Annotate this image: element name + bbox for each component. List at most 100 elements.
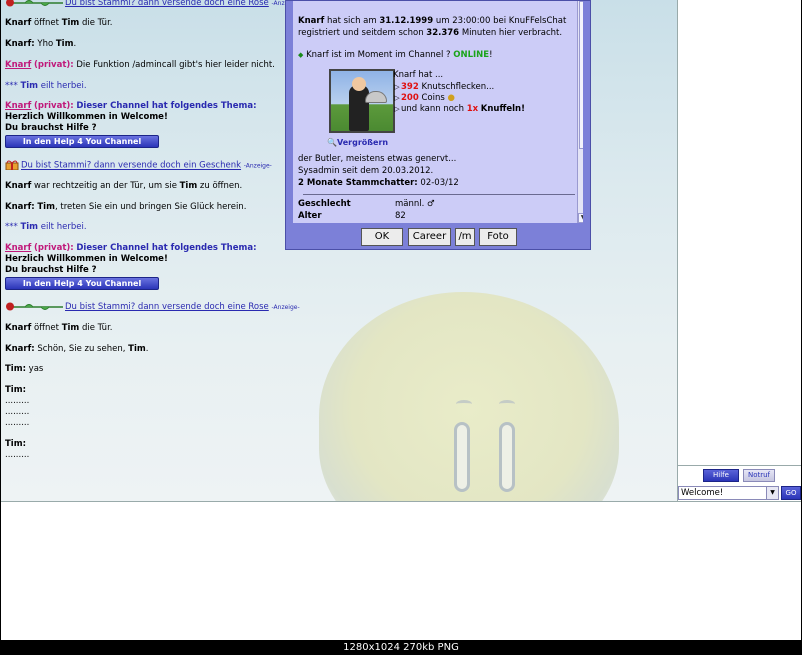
arrow-icon: ▷ — [394, 83, 400, 91]
image-caption: 1280x1024 270kb PNG — [343, 642, 459, 653]
system-stars: *** — [5, 81, 18, 91]
ad-label: -Anzeige- — [271, 304, 300, 311]
nick[interactable]: Tim: — [5, 439, 26, 449]
nick-private[interactable]: Knarf — [5, 243, 31, 253]
ad-label: -Anzeige- — [243, 162, 272, 170]
msg-text: . — [73, 39, 77, 49]
rose-icon — [6, 302, 63, 311]
online-text: Knarf ist im Moment im Channel ? — [306, 50, 451, 60]
knuffel-label[interactable]: Knuffeln! — [481, 104, 525, 114]
input-area[interactable] — [1, 501, 801, 640]
mascot-eye-left — [454, 422, 470, 492]
msg-text: Schön, Sie zu sehen, — [37, 344, 126, 354]
hilfe-button[interactable]: Hilfe — [703, 469, 739, 482]
dots-line: ......... — [5, 450, 30, 460]
mascot-brow-right — [499, 400, 515, 408]
chat-line: Knarf: Yho Tim. — [5, 39, 76, 49]
status-dot-icon: ◆ — [298, 51, 304, 59]
dots-line: ......... — [5, 396, 30, 406]
profile-desc: der Butler, meistens etwas genervt... — [298, 154, 457, 164]
chat-line: Knarf (privat): Die Funktion /admincall … — [5, 60, 275, 70]
minutes-value: 32.376 — [426, 28, 460, 38]
chat-line: Knarf: Tim, treten Sie ein und bringen S… — [5, 202, 246, 212]
nick-private[interactable]: Knarf — [5, 60, 31, 70]
intro-text: um 23:00:00 bei KnuFFelsChat — [435, 16, 567, 26]
nick[interactable]: Tim — [128, 344, 146, 354]
nick[interactable]: Knarf: — [5, 344, 35, 354]
profile-scrollbar[interactable]: ▼ — [577, 1, 583, 223]
profile-desc: Sysadmin seit dem 20.03.2012. — [298, 166, 434, 176]
nick[interactable]: Tim — [180, 181, 198, 191]
profile-desc: 2 Monate Stammchatter: 02-03/12 — [298, 178, 459, 188]
nick[interactable]: Knarf: — [5, 202, 35, 212]
msg-text: yas — [28, 364, 44, 374]
nick[interactable]: Knarf — [5, 181, 31, 191]
nick[interactable]: Knarf: — [5, 39, 35, 49]
dots-line: ......... — [5, 407, 30, 417]
stammchatter-label: 2 Monate Stammchatter: — [298, 178, 418, 188]
system-stars: *** — [5, 222, 18, 232]
screenshot-frame: Du bist Stammi? dann versende doch eine … — [0, 0, 802, 655]
rose-link[interactable]: Du bist Stammi? dann versende doch eine … — [65, 302, 269, 312]
chat-line: Du bist Stammi? dann versende doch ein G… — [5, 160, 272, 171]
arrow-icon: ▷ — [394, 94, 400, 102]
nick[interactable]: Knarf — [5, 323, 31, 333]
msg-text: öffnet — [33, 323, 59, 333]
channel-value: Welcome! — [681, 488, 724, 498]
scroll-thumb[interactable] — [579, 1, 583, 149]
gift-link[interactable]: Du bist Stammi? dann versende doch ein G… — [21, 161, 241, 171]
private-label: (privat): — [33, 101, 74, 111]
msg-text: eilt herbei. — [40, 222, 87, 232]
coins-count: 200 — [401, 93, 419, 103]
help-channel-button[interactable]: In den Help 4 You Channel — [5, 135, 159, 148]
mascot-brow-left — [456, 400, 472, 408]
knuffel-count: 1x — [466, 104, 479, 114]
nick[interactable]: Tim — [62, 323, 80, 333]
enlarge-link[interactable]: 🔍Vergrößern — [327, 138, 388, 147]
nick[interactable]: Tim: — [5, 364, 26, 374]
nick[interactable]: Tim — [56, 39, 74, 49]
go-button[interactable]: GO — [781, 486, 801, 500]
msg-text: Yho — [37, 39, 54, 49]
profile-avatar[interactable] — [329, 69, 395, 133]
notruf-button[interactable]: Notruf — [743, 469, 775, 482]
msg-text: Die Funktion /admincall gibt's hier leid… — [76, 60, 275, 70]
chat-line: Knarf: Schön, Sie zu sehen, Tim. — [5, 344, 148, 354]
help-channel-button[interactable]: In den Help 4 You Channel — [5, 277, 159, 290]
nick-private[interactable]: Knarf — [5, 101, 31, 111]
gender-label: Geschlecht — [298, 199, 351, 209]
age-value: 82 — [395, 211, 406, 221]
msg-text: , treten Sie ein und bringen Sie Glück h… — [54, 202, 247, 212]
knutsch-line: ▷392 Knutschflecken... — [393, 82, 494, 92]
chevron-down-icon[interactable]: ▼ — [766, 487, 778, 499]
private-message-button[interactable]: /m — [455, 228, 475, 246]
foto-button[interactable]: Foto — [479, 228, 517, 246]
rose-link[interactable]: Du bist Stammi? dann versende doch eine … — [65, 0, 269, 8]
nick[interactable]: Tim — [20, 81, 38, 91]
career-button[interactable]: Career — [408, 228, 451, 246]
online-line: ◆ Knarf ist im Moment im Channel ? ONLIN… — [298, 50, 493, 60]
chat-line: *** Tim eilt herbei. — [5, 222, 87, 232]
dots-line: ......... — [5, 418, 30, 428]
nick[interactable]: Knarf — [5, 18, 31, 28]
male-icon: ♂ — [427, 199, 435, 209]
chat-line: Du bist Stammi? dann versende doch eine … — [5, 302, 300, 312]
profile-intro-line1: Knarf hat sich am 31.12.1999 um 23:00:00… — [298, 16, 566, 26]
chat-line: Knarf öffnet Tim die Tür. — [5, 18, 113, 28]
knuffel-pre: und kann noch — [401, 104, 464, 114]
msg-text: zu öffnen. — [199, 181, 243, 191]
channel-select[interactable]: Welcome! ▼ — [678, 486, 779, 500]
nick[interactable]: Tim — [20, 222, 38, 232]
nick[interactable]: Tim — [37, 202, 55, 212]
mascot-eye-right — [499, 422, 515, 492]
scroll-down-icon[interactable]: ▼ — [578, 213, 583, 223]
topic-line: Du brauchst Hilfe ? — [5, 265, 97, 275]
chat-window: Du bist Stammi? dann versende doch eine … — [1, 0, 801, 640]
coins-label: Coins — [421, 93, 445, 103]
nick[interactable]: Tim — [62, 18, 80, 28]
topic-line: Du brauchst Hilfe ? — [5, 123, 97, 133]
chat-line: Knarf (privat): Dieser Channel hat folge… — [5, 243, 257, 253]
ok-button[interactable]: OK — [361, 228, 403, 246]
arrow-icon: ▷ — [394, 105, 400, 113]
nick[interactable]: Tim: — [5, 385, 26, 395]
